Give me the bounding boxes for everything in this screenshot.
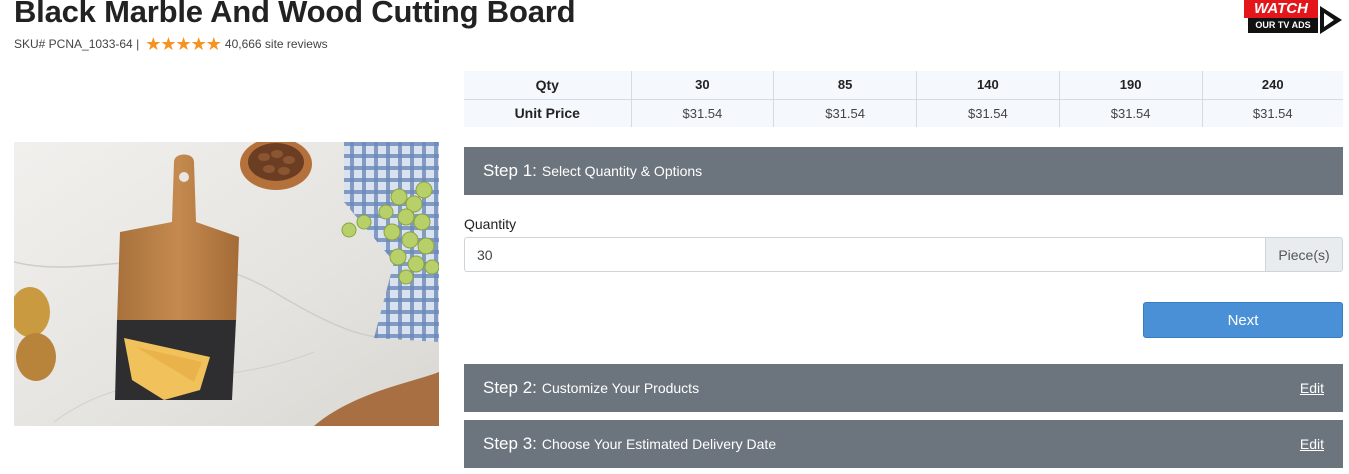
quantity-unit: Piece(s) bbox=[1265, 237, 1343, 272]
star-icon: ★ bbox=[160, 34, 177, 54]
edit-link[interactable]: Edit bbox=[1300, 436, 1324, 452]
qty-cell[interactable]: 240 bbox=[1201, 71, 1343, 100]
qty-cell[interactable]: 85 bbox=[773, 71, 917, 100]
price-header: Unit Price bbox=[464, 99, 631, 127]
price-cell: $31.54 bbox=[630, 99, 774, 127]
star-icon: ★ bbox=[190, 34, 207, 54]
reviews-link[interactable]: 40,666 site reviews bbox=[225, 37, 328, 51]
step-label: Customize Your Products bbox=[541, 380, 700, 396]
price-cell: $31.54 bbox=[916, 99, 1060, 127]
tv-ads-label: OUR TV ADS bbox=[1248, 18, 1318, 33]
watch-tv-ads-badge[interactable]: WATCH OUR TV ADS bbox=[1244, 0, 1342, 36]
star-icon: ★ bbox=[175, 34, 192, 54]
qty-row: Qty 30 85 140 190 240 bbox=[464, 71, 1343, 100]
product-image[interactable] bbox=[14, 142, 439, 426]
step-2-header[interactable]: Step 2: Customize Your Products Edit bbox=[464, 364, 1343, 412]
watch-label: WATCH bbox=[1244, 0, 1318, 18]
qty-cell[interactable]: 30 bbox=[630, 71, 774, 100]
qty-header: Qty bbox=[464, 71, 631, 100]
step-1-header[interactable]: Step 1: Select Quantity & Options bbox=[464, 147, 1343, 195]
price-row: Unit Price $31.54 $31.54 $31.54 $31.54 $… bbox=[464, 99, 1343, 127]
sku-text: SKU# PCNA_1033-64 | bbox=[14, 37, 140, 51]
price-cell: $31.54 bbox=[1058, 99, 1202, 127]
price-cell: $31.54 bbox=[1201, 99, 1343, 127]
quantity-input[interactable] bbox=[464, 237, 1265, 272]
price-cell: $31.54 bbox=[773, 99, 917, 127]
step-number: Step 1: bbox=[483, 161, 537, 180]
step-label: Select Quantity & Options bbox=[541, 163, 703, 179]
star-icon: ★ bbox=[205, 34, 222, 54]
product-title: Black Marble And Wood Cutting Board bbox=[14, 0, 576, 29]
product-meta: SKU# PCNA_1033-64 | ★ ★ ★ ★ ★ 40,666 sit… bbox=[14, 34, 328, 54]
step-number: Step 2: bbox=[483, 378, 537, 397]
step-number: Step 3: bbox=[483, 434, 537, 453]
quantity-input-group: Piece(s) bbox=[464, 237, 1343, 272]
qty-cell[interactable]: 140 bbox=[916, 71, 1060, 100]
price-table: Qty 30 85 140 190 240 Unit Price $31.54 … bbox=[464, 71, 1343, 127]
rating-stars[interactable]: ★ ★ ★ ★ ★ bbox=[145, 34, 222, 54]
star-icon: ★ bbox=[145, 34, 162, 54]
qty-cell[interactable]: 190 bbox=[1058, 71, 1202, 100]
next-button[interactable]: Next bbox=[1143, 302, 1343, 338]
quantity-label: Quantity bbox=[464, 216, 517, 232]
edit-link[interactable]: Edit bbox=[1300, 380, 1324, 396]
step-3-header[interactable]: Step 3: Choose Your Estimated Delivery D… bbox=[464, 420, 1343, 468]
step-label: Choose Your Estimated Delivery Date bbox=[541, 436, 777, 452]
play-icon bbox=[1320, 6, 1342, 34]
